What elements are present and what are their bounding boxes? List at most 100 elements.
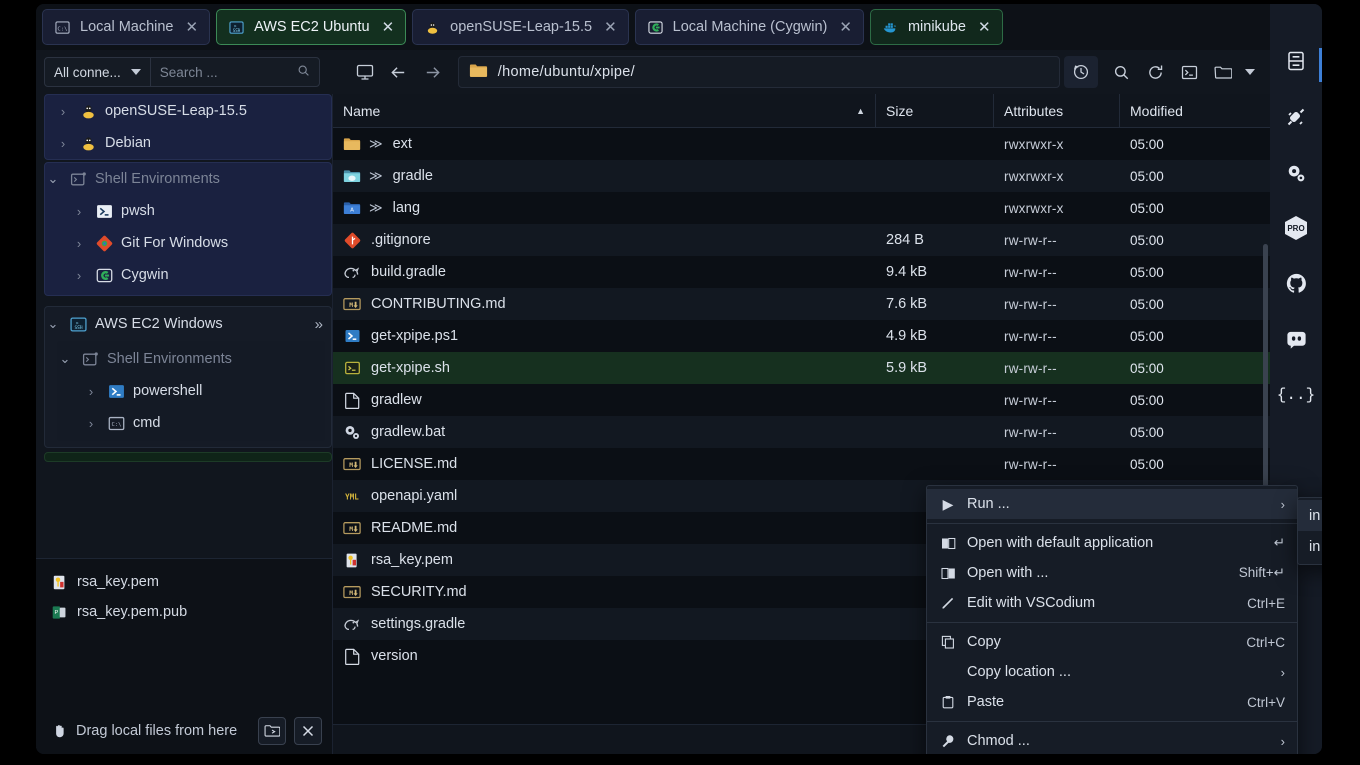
sidebar-item-opensuse[interactable]: › openSUSE-Leap-15.5 xyxy=(45,95,331,127)
menu-item-accelerator: Ctrl+V xyxy=(1247,695,1285,710)
close-icon[interactable]: ✕ xyxy=(978,18,991,36)
new-folder-icon[interactable] xyxy=(1206,56,1240,88)
path-bar[interactable]: /home/ubuntu/xpipe/ xyxy=(458,56,1060,88)
list-item[interactable]: P rsa_key.pem.pub xyxy=(36,597,332,627)
cell-size: 4.9 kB xyxy=(876,320,994,352)
powershell-icon xyxy=(107,382,125,400)
github-icon[interactable] xyxy=(1283,270,1309,296)
pro-badge-icon[interactable]: PRO xyxy=(1285,216,1307,240)
context-menu[interactable]: ▶ Run ... › Open with default applicatio… xyxy=(926,485,1298,754)
table-row[interactable]: .gitignore284 Brw-rw-r--05:00 xyxy=(333,224,1270,256)
cell-size xyxy=(876,448,994,480)
cell-name: ≫gradle xyxy=(333,160,876,192)
monitor-icon[interactable] xyxy=(348,56,382,88)
search-icon[interactable] xyxy=(1104,56,1138,88)
chevron-right-icon[interactable]: › xyxy=(83,384,99,399)
sidebar-item-pwsh[interactable]: › pwsh xyxy=(45,195,331,227)
search-input[interactable]: Search ... xyxy=(151,58,319,86)
close-icon[interactable] xyxy=(294,717,322,745)
sidebar-item-cmd[interactable]: › C:\ cmd xyxy=(57,407,325,439)
open-folder-icon[interactable] xyxy=(258,717,286,745)
table-row[interactable]: get-xpipe.sh5.9 kBrw-rw-r--05:00 xyxy=(333,352,1270,384)
table-row[interactable]: MCONTRIBUTING.md7.6 kBrw-rw-r--05:00 xyxy=(333,288,1270,320)
cell-modified: 05:00 xyxy=(1120,288,1270,320)
column-header-attributes[interactable]: Attributes xyxy=(994,94,1120,127)
refresh-icon[interactable] xyxy=(1138,56,1172,88)
table-row[interactable]: gradlewrw-rw-r--05:00 xyxy=(333,384,1270,416)
menu-item-run[interactable]: ▶ Run ... › xyxy=(927,489,1297,519)
menu-item-copy-location[interactable]: Copy location ... › xyxy=(927,657,1297,687)
chevron-down-icon[interactable] xyxy=(1240,56,1260,88)
history-icon[interactable] xyxy=(1064,56,1098,88)
close-icon[interactable]: ✕ xyxy=(186,18,199,36)
sidebar-group-shell-environments-2[interactable]: ⌄ Shell Environments xyxy=(57,343,325,375)
sidebar-group-shell-environments[interactable]: ⌄ Shell Environments xyxy=(45,163,331,195)
chevron-right-icon[interactable]: › xyxy=(55,104,71,119)
menu-item-label: Paste xyxy=(967,694,1236,710)
expand-icon[interactable]: » xyxy=(315,316,323,333)
menu-item-paste[interactable]: Paste Ctrl+V xyxy=(927,687,1297,717)
sidebar-item-powershell[interactable]: › powershell xyxy=(57,375,325,407)
chevron-down-icon[interactable]: ⌄ xyxy=(57,351,73,367)
menu-item-edit-vscodium[interactable]: Edit with VSCodium Ctrl+E xyxy=(927,588,1297,618)
cell-name: .gitignore xyxy=(333,224,876,256)
tab-minikube[interactable]: minikube ✕ xyxy=(870,9,1003,45)
sidebar-item-git-for-windows[interactable]: › Git For Windows xyxy=(45,227,331,259)
sidebar-item-aws-ec2-windows[interactable]: ⌄ >_SSH AWS EC2 Windows » xyxy=(45,307,331,341)
chevron-down-icon[interactable]: ⌄ xyxy=(45,171,61,187)
cell-name: MLICENSE.md xyxy=(333,448,876,480)
enter-directory-icon[interactable]: ≫ xyxy=(369,136,383,152)
submenu-item-background[interactable]: in background xyxy=(1298,531,1322,562)
run-submenu[interactable]: in Windows Terminal in background xyxy=(1297,497,1322,565)
menu-item-open-default[interactable]: Open with default application ↵ xyxy=(927,528,1297,558)
cell-attributes: rw-rw-r-- xyxy=(994,224,1120,256)
tab-local-machine-cygwin[interactable]: Local Machine (Cygwin) ✕ xyxy=(635,9,864,45)
sidebar-item-debian[interactable]: › Debian xyxy=(45,127,331,159)
menu-item-chmod[interactable]: Chmod ... › xyxy=(927,726,1297,754)
table-row[interactable]: ≫gradlerwxrwxr-x05:00 xyxy=(333,160,1270,192)
column-header-modified[interactable]: Modified xyxy=(1120,94,1270,127)
table-row[interactable]: gradlew.batrw-rw-r--05:00 xyxy=(333,416,1270,448)
json-braces-icon[interactable]: {..} xyxy=(1283,382,1309,408)
menu-item-accelerator: Ctrl+E xyxy=(1247,596,1285,611)
chevron-right-icon[interactable]: › xyxy=(83,416,99,431)
enter-directory-icon[interactable]: ≫ xyxy=(369,168,383,184)
tab-opensuse-leap[interactable]: openSUSE-Leap-15.5 ✕ xyxy=(412,9,628,45)
connection-filter-dropdown[interactable]: All conne... xyxy=(45,58,151,86)
chevron-down-icon[interactable]: ⌄ xyxy=(45,316,61,332)
chevron-right-icon[interactable]: › xyxy=(55,136,71,151)
table-row[interactable]: ≫extrwxrwxr-x05:00 xyxy=(333,128,1270,160)
table-row[interactable]: A≫langrwxrwxr-x05:00 xyxy=(333,192,1270,224)
tab-bar: C:\ Local Machine ✕ >_SSH AWS EC2 Ubuntu… xyxy=(36,4,1270,50)
close-icon[interactable]: ✕ xyxy=(604,18,617,36)
forward-arrow-icon[interactable] xyxy=(416,56,450,88)
menu-item-copy[interactable]: Copy Ctrl+C xyxy=(927,627,1297,657)
cell-name: MSECURITY.md xyxy=(333,576,876,608)
terminal-icon[interactable] xyxy=(1172,56,1206,88)
wrench-icon xyxy=(940,734,956,748)
tab-local-machine[interactable]: C:\ Local Machine ✕ xyxy=(42,9,210,45)
sidebar-item-cygwin[interactable]: › Cygwin xyxy=(45,259,331,291)
discord-icon[interactable] xyxy=(1283,326,1309,352)
close-icon[interactable]: ✕ xyxy=(382,18,395,36)
table-row[interactable]: MLICENSE.mdrw-rw-r--05:00 xyxy=(333,448,1270,480)
chevron-right-icon[interactable]: › xyxy=(71,204,87,219)
connections-icon[interactable] xyxy=(1283,104,1309,130)
enter-directory-icon[interactable]: ≫ xyxy=(369,200,383,216)
column-header-size[interactable]: Size xyxy=(876,94,994,127)
tab-aws-ec2-ubuntu[interactable]: >_SSH AWS EC2 Ubuntu ✕ xyxy=(216,9,406,45)
table-row[interactable]: build.gradle9.4 kBrw-rw-r--05:00 xyxy=(333,256,1270,288)
chevron-right-icon[interactable]: › xyxy=(71,268,87,283)
settings-gear-icon[interactable] xyxy=(1283,160,1309,186)
chevron-right-icon[interactable]: › xyxy=(71,236,87,251)
browser-icon[interactable] xyxy=(1283,48,1309,74)
table-row[interactable]: get-xpipe.ps14.9 kBrw-rw-r--05:00 xyxy=(333,320,1270,352)
submenu-item-windows-terminal[interactable]: in Windows Terminal xyxy=(1298,500,1322,531)
close-icon[interactable]: ✕ xyxy=(839,18,852,36)
search-icon xyxy=(297,64,310,80)
list-item[interactable]: rsa_key.pem xyxy=(36,567,332,597)
menu-item-open-with[interactable]: Open with ... Shift+↵ xyxy=(927,558,1297,588)
local-file-drop-area[interactable]: rsa_key.pem P rsa_key.pem.pub Drag local… xyxy=(36,558,332,754)
column-header-name[interactable]: Name ▲ xyxy=(333,94,876,127)
back-arrow-icon[interactable] xyxy=(382,56,416,88)
